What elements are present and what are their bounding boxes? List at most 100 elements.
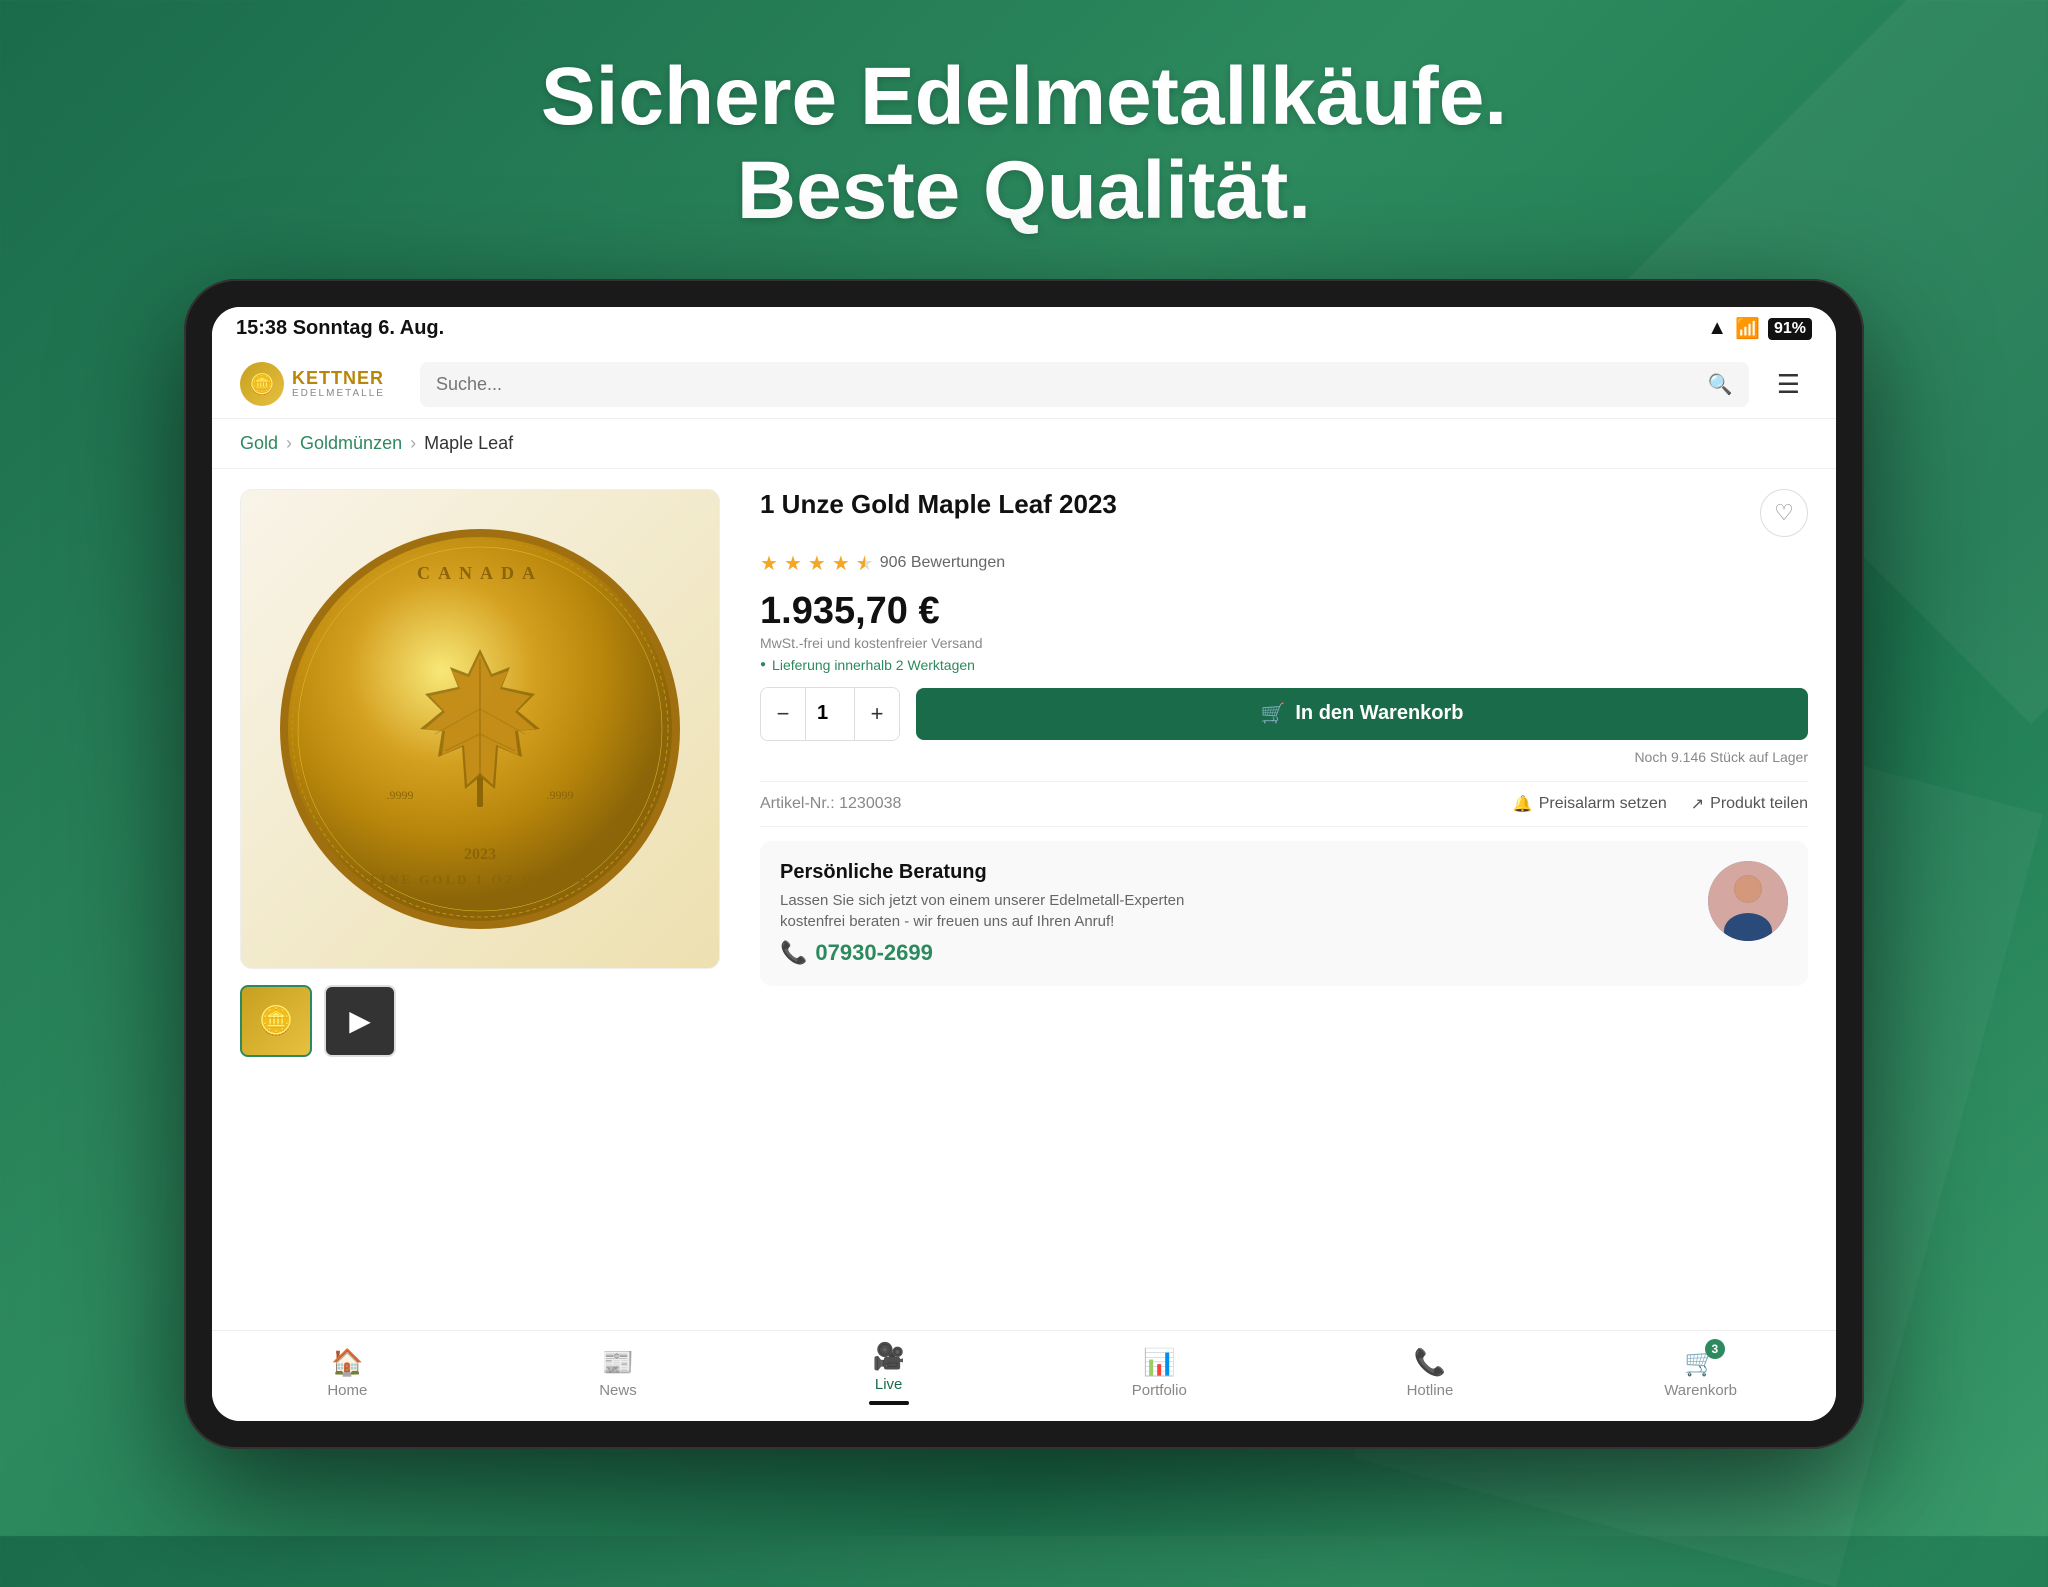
portfolio-icon: 📊	[1143, 1347, 1175, 1378]
news-icon: 📰	[602, 1347, 634, 1378]
quantity-control: − +	[760, 687, 900, 741]
search-input[interactable]	[436, 374, 1698, 395]
bell-icon: 🔔	[1513, 794, 1533, 814]
nav-warenkorb-label: Warenkorb	[1664, 1382, 1737, 1399]
consultation-box: Persönliche Beratung Lassen Sie sich jet…	[760, 841, 1808, 986]
share-button[interactable]: ↗ Produkt teilen	[1691, 794, 1808, 814]
svg-text:CANADA: CANADA	[417, 563, 543, 583]
star-half: ★★	[856, 551, 874, 576]
breadcrumb-gold[interactable]: Gold	[240, 433, 278, 454]
logo-area[interactable]: 🪙 KETTNER EDELMETALLE	[240, 362, 400, 406]
headline-text: Sichere Edelmetallkäufe. Beste Qualität.	[541, 50, 1507, 239]
status-right: ▲ 📶 91%	[1707, 316, 1812, 341]
nav-home[interactable]: 🏠 Home	[287, 1347, 407, 1399]
stock-note: Noch 9.146 Stück auf Lager	[1634, 749, 1808, 765]
product-area: CANADA FINE GOLD 1 OZ OR PUR .9999 .9999…	[212, 469, 1836, 1330]
nav-portfolio-label: Portfolio	[1132, 1382, 1187, 1399]
search-icon: 🔍	[1708, 372, 1733, 397]
cart-badge: 3	[1705, 1339, 1725, 1359]
add-to-cart-section: − + 🛒 In den Warenkorb Noch 9.146 Stück …	[760, 687, 1808, 767]
consultation-phone[interactable]: 📞 07930-2699	[780, 940, 1692, 966]
status-bar: 15:38 Sonntag 6. Aug. ▲ 📶 91%	[212, 307, 1836, 351]
price-alert-button[interactable]: 🔔 Preisalarm setzen	[1513, 794, 1667, 814]
review-count: 906 Bewertungen	[880, 554, 1005, 572]
bottom-nav: 🏠 Home 📰 News 🎥 Live 📊 Portfolio 📞 Hotli…	[212, 1330, 1836, 1421]
headline-line1: Sichere Edelmetallkäufe.	[541, 51, 1507, 142]
search-bar[interactable]: 🔍	[420, 362, 1749, 407]
signal-icon: 📶	[1735, 316, 1760, 341]
headline-line2: Beste Qualität.	[737, 145, 1311, 236]
quantity-input[interactable]	[805, 688, 855, 740]
battery: 91%	[1768, 318, 1812, 340]
thumbnail-1[interactable]: 🪙	[240, 985, 312, 1057]
brand-name: KETTNER	[292, 369, 385, 389]
nav-hotline-label: Hotline	[1407, 1382, 1454, 1399]
add-to-cart-label: In den Warenkorb	[1295, 702, 1463, 725]
star-rating: ★ ★ ★ ★ ★★ 906 Bewertungen	[760, 551, 1808, 576]
delivery-info: Lieferung innerhalb 2 Werktagen	[760, 657, 1808, 673]
nav-news[interactable]: 📰 News	[558, 1347, 678, 1399]
status-time-date: 15:38 Sonntag 6. Aug.	[236, 317, 444, 340]
svg-text:2023: 2023	[464, 846, 496, 863]
breadcrumb: Gold › Goldmünzen › Maple Leaf	[212, 419, 1836, 469]
add-to-cart-button[interactable]: 🛒 In den Warenkorb	[916, 688, 1808, 740]
phone-icon: 📞	[780, 940, 807, 966]
price-section: 1.935,70 € MwSt.-frei und kostenfreier V…	[760, 590, 1808, 673]
headline: Sichere Edelmetallkäufe. Beste Qualität.	[541, 50, 1507, 239]
navbar: 🪙 KETTNER EDELMETALLE 🔍 ☰	[212, 351, 1836, 419]
product-title-row: 1 Unze Gold Maple Leaf 2023 ♡	[760, 489, 1808, 537]
logo-text: KETTNER EDELMETALLE	[292, 369, 385, 400]
svg-text:FINE GOLD 1 OZ OR PUR: FINE GOLD 1 OZ OR PUR	[370, 872, 590, 887]
consultant-avatar	[1708, 861, 1788, 941]
nav-live-label: Live	[875, 1376, 903, 1393]
price-note: MwSt.-frei und kostenfreier Versand	[760, 635, 1808, 651]
breadcrumb-goldmunzen[interactable]: Goldmünzen	[300, 433, 402, 454]
cart-icon: 🛒	[1260, 701, 1285, 726]
product-images: CANADA FINE GOLD 1 OZ OR PUR .9999 .9999…	[240, 489, 720, 1310]
quantity-increase-button[interactable]: +	[855, 688, 899, 740]
meta-row: Artikel-Nr.: 1230038 🔔 Preisalarm setzen…	[760, 781, 1808, 827]
consultation-text: Persönliche Beratung Lassen Sie sich jet…	[780, 861, 1692, 966]
thumbnail-video[interactable]: ▶	[324, 985, 396, 1057]
svg-text:.9999: .9999	[547, 788, 574, 802]
svg-text:.9999: .9999	[387, 788, 414, 802]
nav-live[interactable]: 🎥 Live	[829, 1341, 949, 1405]
article-number: Artikel-Nr.: 1230038	[760, 795, 901, 813]
quantity-decrease-button[interactable]: −	[761, 688, 805, 740]
product-info: 1 Unze Gold Maple Leaf 2023 ♡ ★ ★ ★ ★ ★★…	[760, 489, 1808, 1310]
status-time: 15:38	[236, 317, 287, 339]
star-3: ★	[808, 551, 826, 576]
live-icon: 🎥	[872, 1341, 904, 1372]
status-date: Sonntag 6. Aug.	[293, 317, 444, 339]
nav-news-label: News	[599, 1382, 637, 1399]
consultation-title: Persönliche Beratung	[780, 861, 1692, 884]
nav-home-label: Home	[327, 1382, 367, 1399]
wishlist-button[interactable]: ♡	[1760, 489, 1808, 537]
cart-badge-container: 🛒 3	[1684, 1347, 1716, 1378]
menu-icon[interactable]: ☰	[1769, 361, 1808, 408]
star-2: ★	[784, 551, 802, 576]
home-icon: 🏠	[331, 1347, 363, 1378]
hotline-icon: 📞	[1414, 1347, 1446, 1378]
share-icon: ↗	[1691, 794, 1704, 814]
logo-icon: 🪙	[240, 362, 284, 406]
breadcrumb-current: Maple Leaf	[424, 433, 513, 454]
consultation-desc: Lassen Sie sich jetzt von einem unserer …	[780, 890, 1692, 932]
main-product-image[interactable]: CANADA FINE GOLD 1 OZ OR PUR .9999 .9999…	[240, 489, 720, 969]
active-indicator	[869, 1401, 909, 1405]
add-to-cart-row: − + 🛒 In den Warenkorb	[760, 687, 1808, 741]
product-title: 1 Unze Gold Maple Leaf 2023	[760, 489, 1760, 520]
tablet-screen: 15:38 Sonntag 6. Aug. ▲ 📶 91% 🪙 KETTNER …	[212, 307, 1836, 1421]
tablet-frame: 15:38 Sonntag 6. Aug. ▲ 📶 91% 🪙 KETTNER …	[184, 279, 1864, 1449]
content-area: Gold › Goldmünzen › Maple Leaf	[212, 419, 1836, 1330]
brand-sub: EDELMETALLE	[292, 388, 385, 399]
price: 1.935,70 €	[760, 590, 1808, 633]
nav-warenkorb[interactable]: 🛒 3 Warenkorb	[1641, 1347, 1761, 1399]
thumbnails: 🪙 ▶	[240, 985, 720, 1057]
nav-portfolio[interactable]: 📊 Portfolio	[1099, 1347, 1219, 1399]
star-1: ★	[760, 551, 778, 576]
star-4: ★	[832, 551, 850, 576]
wifi-icon: ▲	[1707, 317, 1727, 340]
nav-hotline[interactable]: 📞 Hotline	[1370, 1347, 1490, 1399]
meta-actions: 🔔 Preisalarm setzen ↗ Produkt teilen	[1513, 794, 1808, 814]
